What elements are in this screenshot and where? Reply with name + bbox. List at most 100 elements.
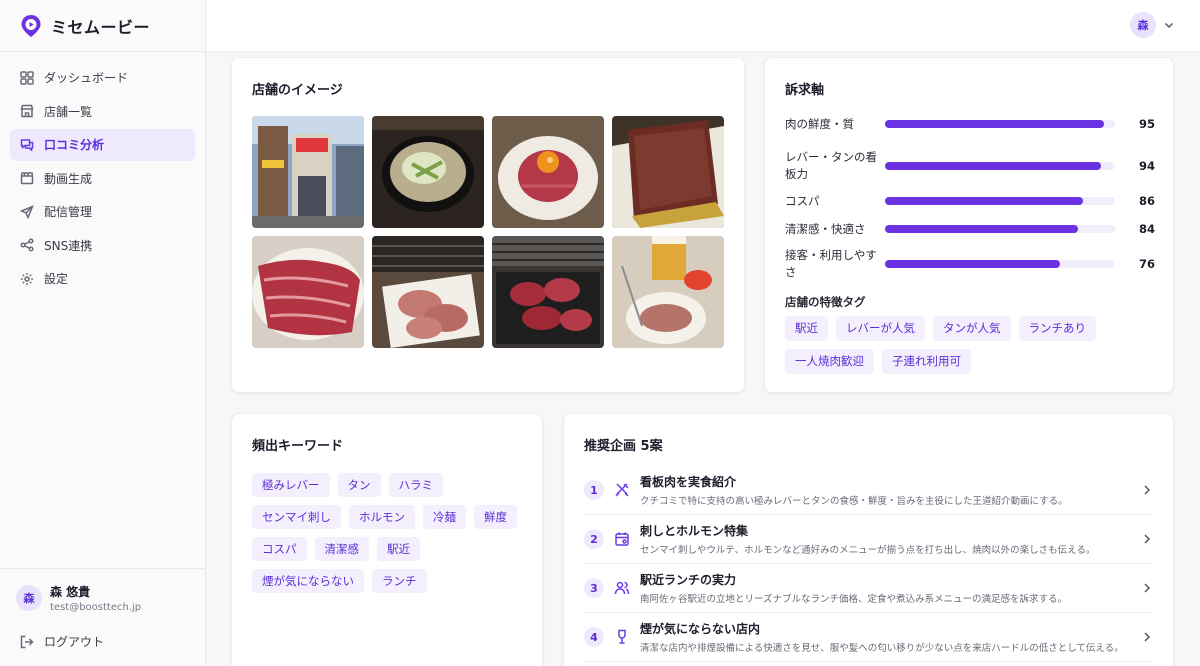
appeal-bar-track [885, 120, 1115, 128]
feature-tag: レバーが人気 [836, 316, 925, 341]
keyword-chip: 駅近 [377, 537, 420, 561]
share-icon [20, 238, 34, 252]
avatar: 森 [1130, 12, 1156, 38]
utensils-icon [615, 483, 629, 497]
appeal-row: 清潔感・快適さ 84 [785, 219, 1155, 239]
sidebar-footer: 森 森 悠貴 test@boosttech.jp ログアウト [0, 568, 205, 666]
appeal-label: 清潔感・快適さ [785, 221, 866, 236]
sidebar-item-sns[interactable]: SNS連携 [10, 229, 195, 261]
keyword-chip: 鮮度 [474, 505, 517, 529]
logout-icon [20, 635, 34, 648]
plan-title: 煙が気にならない店内 [640, 622, 761, 636]
sidebar-item-label: 設定 [44, 272, 69, 286]
appeal-bar-fill [885, 162, 1102, 170]
account-menu[interactable]: 森 [1130, 12, 1174, 38]
topbar: 森 [206, 0, 1200, 52]
feature-tag: ランチあり [1018, 316, 1096, 341]
store-photo-meat-block[interactable] [612, 116, 724, 228]
grid-icon [20, 70, 34, 85]
image-grid [252, 116, 724, 348]
sidebar: ミセムービー ダッシュボード 店舗一覧 口コミ分析 動画生成 配信管理 SNS連… [0, 0, 206, 666]
feature-tag: 駅近 [785, 316, 828, 341]
keyword-chip: 冷麺 [423, 505, 466, 529]
calendar-icon [615, 532, 629, 546]
appeal-bar-fill [885, 260, 1060, 268]
plan-number: 1 [584, 480, 604, 500]
sidebar-item-settings[interactable]: 設定 [10, 263, 195, 295]
sidebar-item-label: SNS連携 [44, 238, 93, 253]
appeal-bar-track [885, 225, 1115, 233]
plan-item[interactable]: 1 看板肉を実食紹介 クチコミで特に支持の高い極みレバーとタンの食感・鮮度・旨み… [584, 466, 1154, 515]
sidebar-item-delivery[interactable]: 配信管理 [10, 196, 195, 228]
chevron-right-icon [1144, 485, 1151, 495]
plan-item[interactable]: 4 煙が気にならない店内 清潔な店内や排煙設備による快適さを見せ、服や髪への匂い… [584, 613, 1154, 662]
keyword-chip: 清潔感 [314, 537, 369, 561]
appeal-row: 接客・利用しやすさ 76 [785, 247, 1155, 281]
appeal-row: コスパ 86 [785, 191, 1155, 211]
card-title: 頻出キーワード [252, 439, 344, 454]
sidebar-item-dashboard[interactable]: ダッシュボード [10, 62, 195, 94]
map-pin-play-icon [21, 14, 41, 37]
chevron-right-icon [1144, 583, 1151, 593]
sidebar-item-review-analysis[interactable]: 口コミ分析 [10, 128, 195, 161]
store-icon [20, 104, 34, 118]
keyword-chip: コスパ [252, 537, 307, 561]
grill-meat-photo-icon [492, 236, 604, 348]
keyword-chip: ランチ [372, 569, 427, 593]
appeal-bar-track [885, 197, 1115, 205]
keyword-chip: センマイ刺し [252, 505, 341, 529]
plan-description: 清潔な店内や排煙設備による快適さを見せ、服や髪への匂い移りが少ない点を来店ハード… [640, 643, 1124, 654]
app-name: ミセムービー [51, 17, 151, 37]
appeal-value: 84 [1138, 222, 1155, 236]
appeal-label: コスパ [785, 193, 820, 208]
yukhoe-photo-icon [492, 116, 604, 228]
recommended-plans-card: 推奨企画 5案 1 看板肉を実食紹介 クチコミで特に支持の高い極みレバーとタンの… [563, 413, 1174, 666]
keyword-list: 極みレバー タン ハラミ センマイ刺し ホルモン 冷麺 鮮度 コスパ 清潔感 駅… [252, 473, 532, 601]
logout-button[interactable]: ログアウト [0, 623, 205, 666]
appeal-row: 肉の鮮度・質 95 [785, 114, 1155, 134]
store-photo-yukhoe[interactable] [492, 116, 604, 228]
plan-number: 2 [584, 529, 604, 549]
keyword-chip: ホルモン [349, 505, 415, 529]
store-photo-beer-table[interactable] [612, 236, 724, 348]
appeal-bar-fill [885, 225, 1079, 233]
sidebar-nav: ダッシュボード 店舗一覧 口コミ分析 動画生成 配信管理 SNS連携 設定 [0, 52, 205, 295]
appeal-bars: 肉の鮮度・質 95 レバー・タンの看板力 94 コスパ 86 清潔感・快適さ 8… [785, 114, 1155, 281]
chevron-right-icon [1144, 632, 1151, 642]
store-photo-grill-meat[interactable] [492, 236, 604, 348]
appeal-label: レバー・タンの看板力 [785, 150, 877, 181]
store-photo-storefront[interactable] [252, 116, 364, 228]
user-name: 森 悠貴 [50, 585, 91, 599]
store-images-card: 店舗のイメージ [231, 57, 745, 393]
card-title: 訴求軸 [785, 83, 825, 98]
keyword-chip: 煙が気にならない [252, 569, 364, 593]
soup-photo-icon [372, 116, 484, 228]
beer-table-photo-icon [612, 236, 724, 348]
feature-tag: タンが人気 [933, 316, 1011, 341]
appeal-bar-track [885, 260, 1115, 268]
sidebar-item-stores[interactable]: 店舗一覧 [10, 95, 195, 127]
plan-item[interactable]: 3 駅近ランチの実力 南阿佐ヶ谷駅近の立地とリーズナブルなランチ価格、定食や煮込… [584, 564, 1154, 613]
appeal-row: レバー・タンの看板力 94 [785, 149, 1155, 183]
card-title: 推奨企画 5案 [584, 439, 663, 454]
sidebar-item-video-generation[interactable]: 動画生成 [10, 162, 195, 194]
wine-icon [618, 629, 626, 644]
tags-title: 店舗の特徴タグ [785, 295, 866, 309]
user-profile[interactable]: 森 森 悠貴 test@boosttech.jp [0, 569, 205, 623]
plan-description: センマイ刺しやウルテ、ホルモンなど通好みのメニューが揃う点を打ち出し、焼肉以外の… [640, 545, 1096, 556]
sidebar-item-label: ダッシュボード [44, 71, 129, 85]
brand[interactable]: ミセムービー [0, 0, 205, 52]
tongue-photo-icon [372, 236, 484, 348]
feature-tags: 駅近 レバーが人気 タンが人気 ランチあり 一人焼肉歓迎 子連れ利用可 [785, 316, 1155, 382]
store-photo-raw-beef[interactable] [252, 236, 364, 348]
plan-item[interactable]: 2 刺しとホルモン特集 センマイ刺しやウルテ、ホルモンなど通好みのメニューが揃う… [584, 515, 1154, 564]
store-photo-tongue[interactable] [372, 236, 484, 348]
sidebar-item-label: 動画生成 [44, 171, 93, 186]
keyword-chip: タン [337, 473, 381, 497]
store-photo-soup[interactable] [372, 116, 484, 228]
meat-block-photo-icon [612, 116, 724, 228]
keyword-chip: 極みレバー [252, 473, 330, 497]
feature-tag: 子連れ利用可 [882, 349, 971, 374]
appeal-value: 76 [1138, 257, 1155, 271]
appeal-value: 95 [1138, 117, 1155, 131]
